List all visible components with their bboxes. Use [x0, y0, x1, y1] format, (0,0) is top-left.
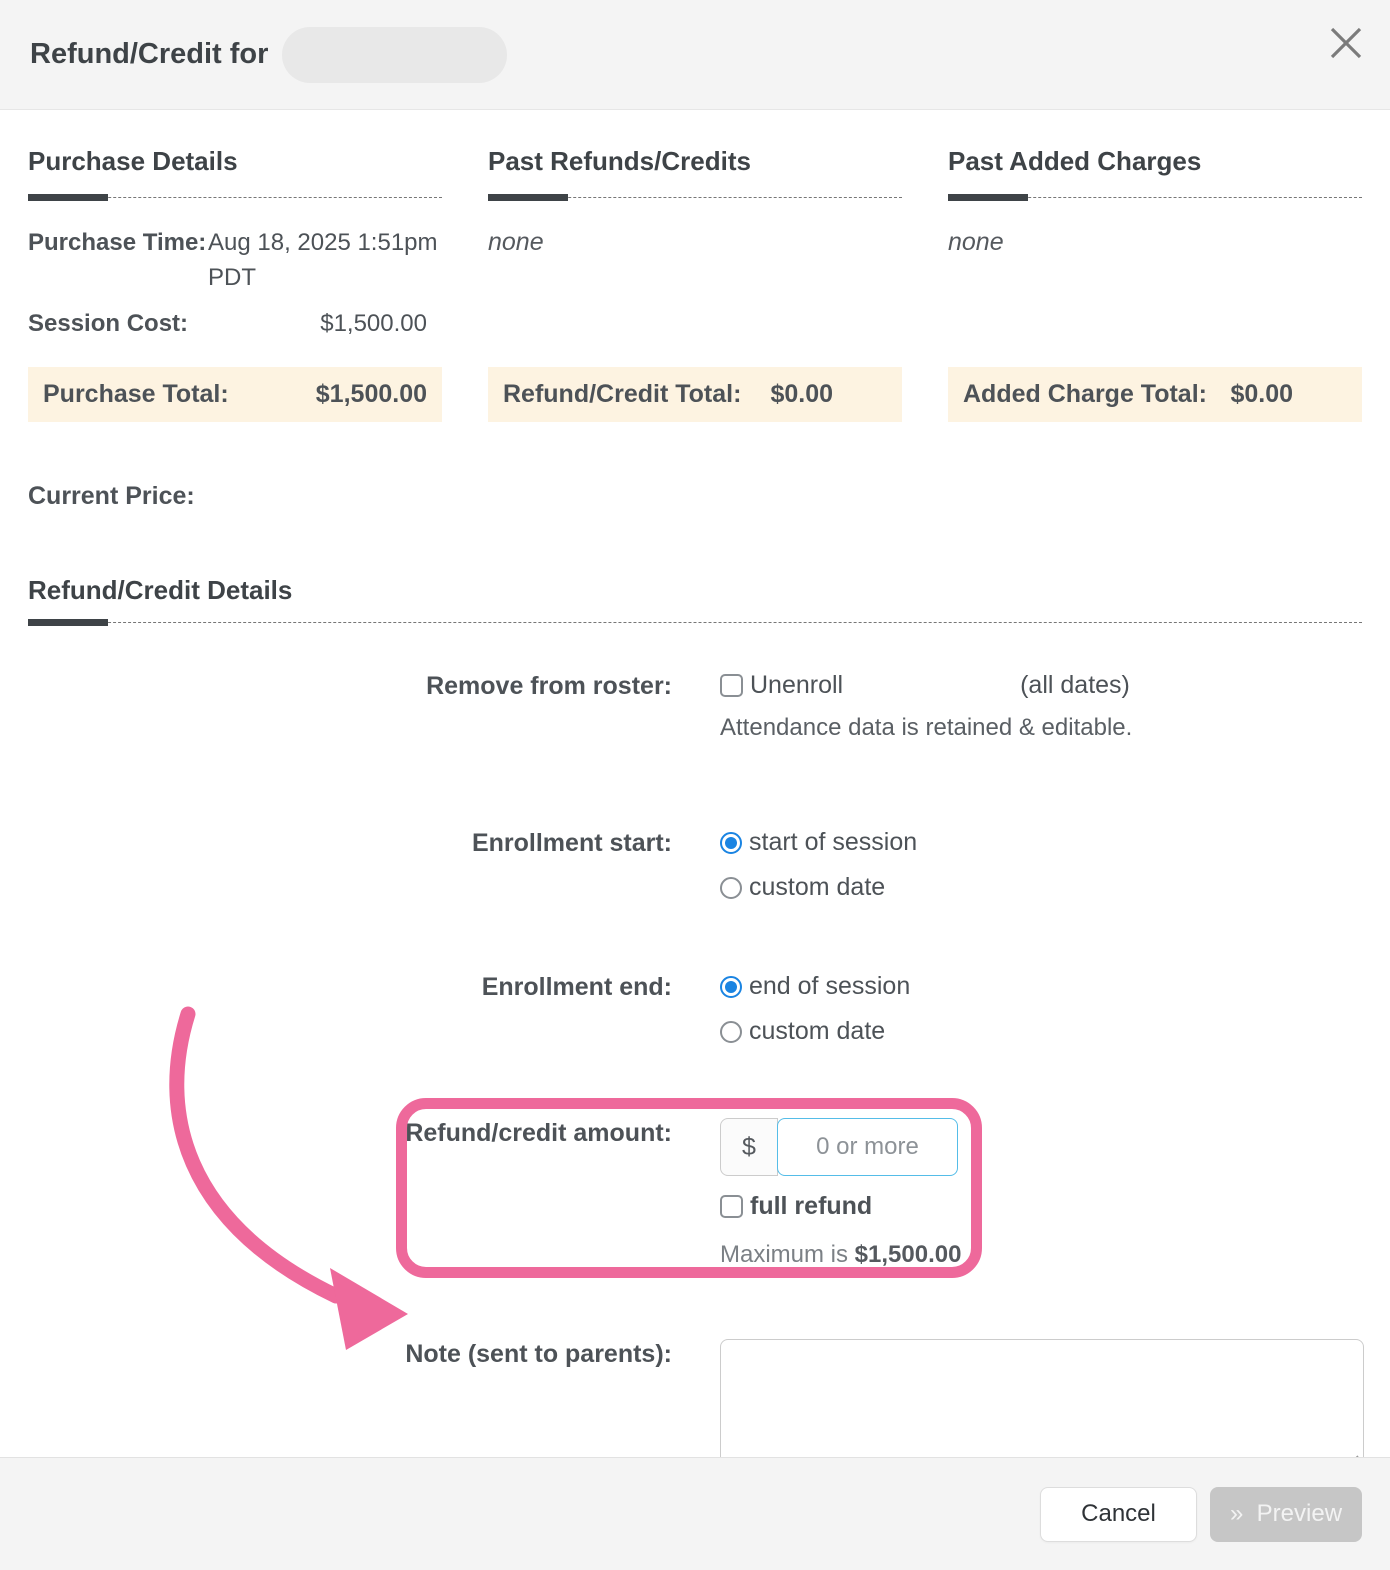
refund-credit-details-heading: Refund/Credit Details: [28, 575, 293, 605]
past-charges-heading: Past Added Charges: [948, 146, 1202, 176]
enrollment-end-session-radio[interactable]: [720, 975, 742, 998]
past-charges-section: Past Added Charges none Added Charge Tot…: [948, 146, 1362, 422]
section-divider: [948, 194, 1362, 201]
enrollment-start-session-radio[interactable]: [720, 831, 742, 854]
summary-columns: Purchase Details Purchase Time: Aug 18, …: [28, 146, 1362, 422]
cancel-button[interactable]: Cancel: [1040, 1486, 1197, 1542]
refund-credit-modal: Refund/Credit for Purchase Details Purch…: [0, 0, 1390, 1570]
refund-credit-total-row: Refund/Credit Total: $0.00: [488, 367, 902, 422]
maximum-prefix: Maximum is: [720, 1241, 855, 1268]
maximum-note: Maximum is $1,500.00: [720, 1241, 1362, 1269]
refund-credit-total-value: $0.00: [770, 380, 833, 408]
enrollment-end-label: Enrollment end:: [481, 973, 672, 1001]
purchase-time-row: Purchase Time: Aug 18, 2025 1:51pm PDT: [28, 226, 442, 296]
past-refunds-section: Past Refunds/Credits none Refund/Credit …: [488, 146, 902, 422]
section-divider: [28, 619, 1362, 626]
maximum-value: $1,500.00: [854, 1241, 962, 1268]
enrollment-end-row: Enrollment end: end of session custom da…: [28, 972, 1362, 1046]
modal-title: Refund/Credit for: [30, 38, 269, 70]
refund-amount-row: Refund/credit amount: $ full refund Maxi…: [28, 1098, 1362, 1278]
enrollment-end-custom-label: custom date: [749, 1017, 886, 1045]
added-charge-total-label: Added Charge Total:: [963, 380, 1207, 408]
modal-header: Refund/Credit for: [0, 0, 1390, 110]
full-refund-label: full refund: [750, 1192, 873, 1220]
currency-prefix: $: [720, 1118, 778, 1176]
modal-body: Purchase Details Purchase Time: Aug 18, …: [0, 146, 1390, 1478]
purchase-time-label: Purchase Time:: [28, 229, 207, 256]
close-icon[interactable]: [1324, 22, 1368, 66]
purchase-total-row: Purchase Total: $1,500.00: [28, 367, 442, 422]
current-price-label: Current Price:: [28, 482, 195, 510]
section-divider: [488, 194, 902, 201]
past-charges-empty: none: [948, 228, 1004, 256]
enrollment-end-custom-radio[interactable]: [720, 1020, 742, 1043]
past-refunds-empty: none: [488, 228, 544, 256]
session-cost-row: Session Cost: $1,500.00: [28, 310, 442, 338]
redacted-student-name: [282, 26, 508, 83]
full-refund-checkbox[interactable]: [720, 1195, 743, 1218]
session-cost-value: $1,500.00: [320, 309, 427, 337]
enrollment-start-row: Enrollment start: start of session custo…: [28, 828, 1362, 902]
preview-button-label: Preview: [1256, 1500, 1343, 1527]
purchase-details-section: Purchase Details Purchase Time: Aug 18, …: [28, 146, 442, 422]
enrollment-start-label: Enrollment start:: [471, 829, 672, 857]
unenroll-label: Unenroll: [750, 671, 844, 699]
session-cost-label: Session Cost:: [28, 309, 189, 337]
purchase-time-value: Aug 18, 2025 1:51pm PDT: [208, 229, 438, 291]
past-refunds-heading: Past Refunds/Credits: [488, 146, 751, 176]
enrollment-end-session-label: end of session: [749, 972, 911, 1000]
purchase-total-label: Purchase Total:: [43, 380, 229, 408]
chevron-right-icon: »: [1229, 1500, 1244, 1527]
refund-amount-input[interactable]: [777, 1118, 958, 1176]
remove-from-roster-label: Remove from roster:: [426, 672, 672, 700]
modal-footer: Cancel » Preview: [0, 1457, 1390, 1570]
added-charge-total-row: Added Charge Total: $0.00: [948, 367, 1362, 422]
preview-button[interactable]: » Preview: [1210, 1486, 1362, 1542]
enrollment-start-session-label: start of session: [749, 828, 918, 856]
enrollment-start-custom-radio[interactable]: [720, 876, 742, 899]
note-textarea[interactable]: [720, 1339, 1364, 1471]
note-label: Note (sent to parents):: [405, 1340, 672, 1368]
section-divider: [28, 194, 442, 201]
purchase-total-value: $1,500.00: [315, 380, 427, 408]
refund-amount-label: Refund/credit amount:: [405, 1119, 672, 1147]
enrollment-start-custom-label: custom date: [749, 873, 886, 901]
all-dates-label: (all dates): [1020, 671, 1130, 699]
attendance-helper-text: Attendance data is retained & editable.: [720, 714, 1133, 741]
unenroll-checkbox[interactable]: [720, 674, 743, 697]
remove-from-roster-row: Remove from roster: Unenroll (all dates)…: [28, 671, 1362, 742]
added-charge-total-value: $0.00: [1230, 380, 1293, 408]
refund-credit-total-label: Refund/Credit Total:: [503, 380, 742, 408]
purchase-details-heading: Purchase Details: [28, 146, 238, 176]
